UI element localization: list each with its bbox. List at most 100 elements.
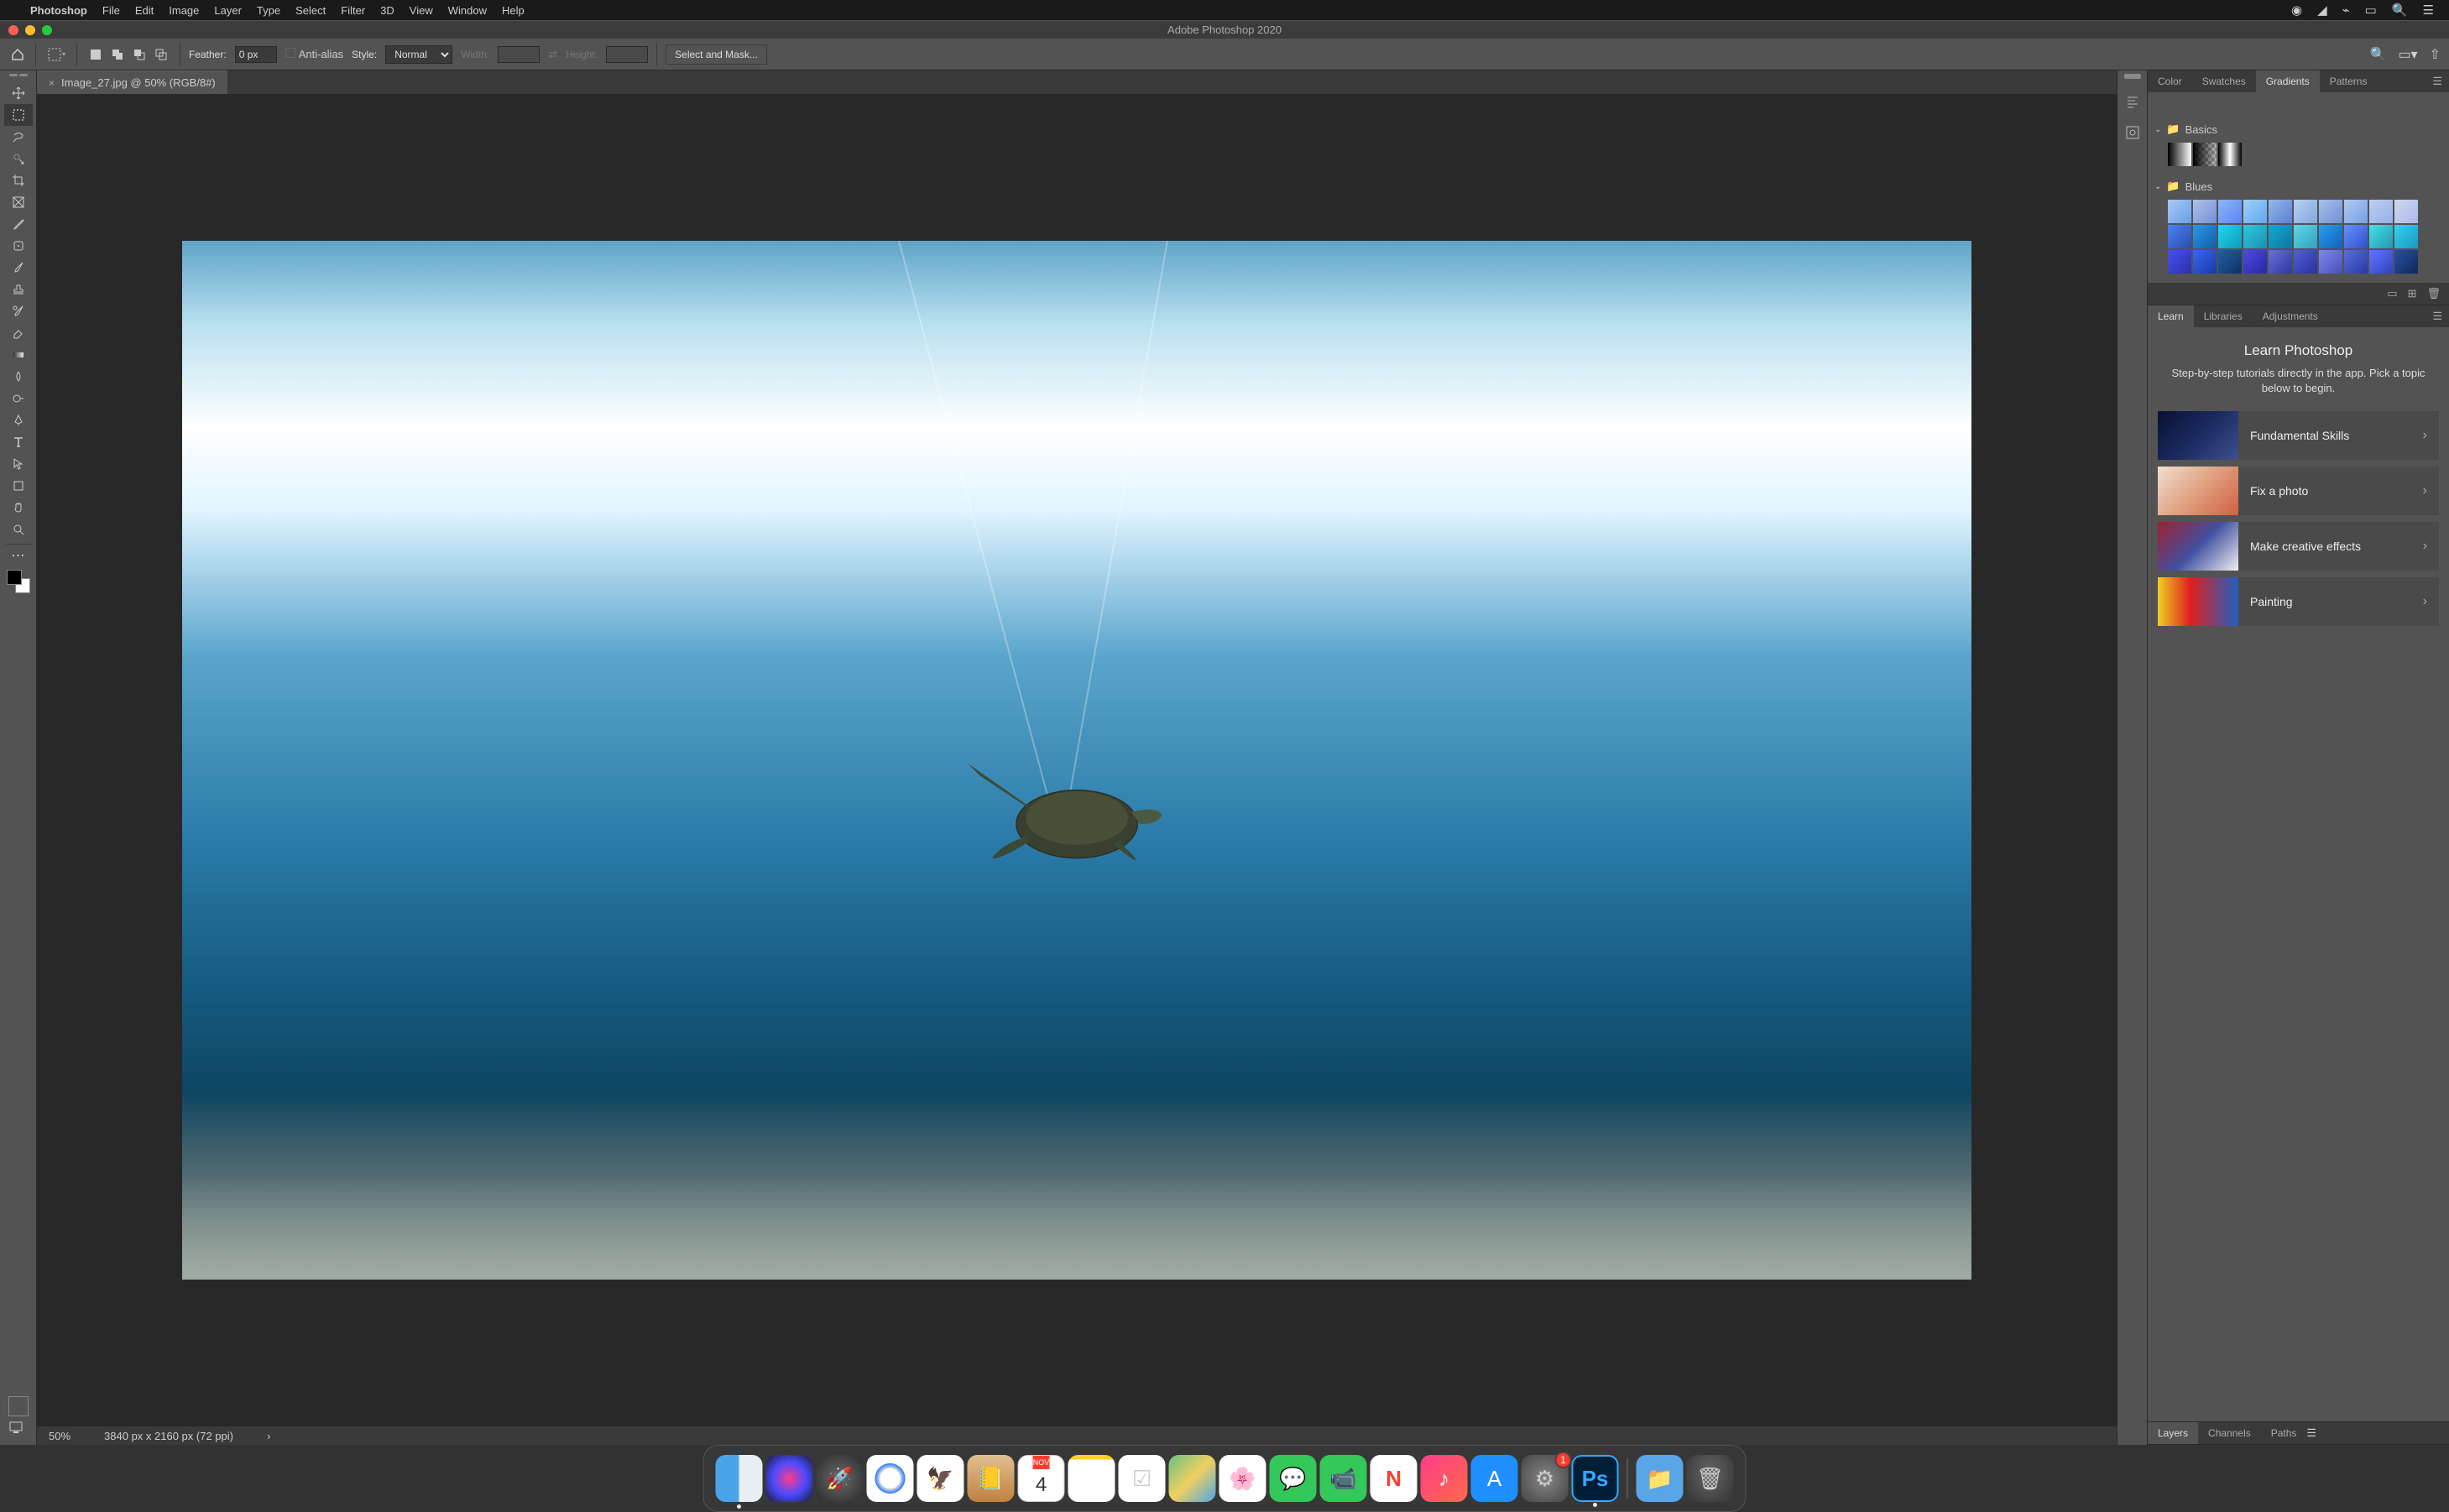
dock-facetime[interactable]: 📹	[1320, 1455, 1367, 1502]
gradient-swatch[interactable]	[2269, 200, 2292, 223]
gradient-swatch[interactable]	[2218, 250, 2242, 274]
cc-icon[interactable]: ◉	[2291, 3, 2302, 18]
pen-tool[interactable]	[4, 409, 33, 431]
dock-reminders[interactable]: ☑	[1119, 1455, 1166, 1502]
eyedropper-tool[interactable]	[4, 213, 33, 235]
blur-tool[interactable]	[4, 366, 33, 388]
folder-new-icon[interactable]: ▭	[2387, 287, 2397, 300]
gradient-swatch[interactable]	[2168, 200, 2191, 223]
tab-layers[interactable]: Layers	[2148, 1422, 2198, 1444]
gradient-swatch[interactable]	[2319, 200, 2342, 223]
select-and-mask-button[interactable]: Select and Mask...	[666, 44, 767, 65]
gradient-swatch[interactable]	[2193, 143, 2217, 166]
gradient-swatch[interactable]	[2243, 200, 2267, 223]
zoom-value[interactable]: 50%	[49, 1430, 70, 1442]
dock-photos[interactable]: 🌸	[1219, 1455, 1266, 1502]
learn-card-painting[interactable]: Painting›	[2158, 577, 2439, 626]
dock-downloads[interactable]: 📁	[1637, 1455, 1684, 1502]
status-chevron-icon[interactable]: ›	[267, 1430, 270, 1442]
menu-image[interactable]: Image	[169, 4, 199, 17]
patch-tool[interactable]	[4, 235, 33, 257]
dock-contacts[interactable]: 📒	[968, 1455, 1015, 1502]
gradient-swatch[interactable]	[2369, 250, 2393, 274]
dock-calendar[interactable]: NOV4	[1018, 1455, 1065, 1502]
learn-card-fix[interactable]: Fix a photo›	[2158, 467, 2439, 515]
gradient-swatch[interactable]	[2344, 200, 2368, 223]
move-tool[interactable]	[4, 82, 33, 104]
canvas[interactable]	[37, 94, 2117, 1426]
brush-tool[interactable]	[4, 257, 33, 279]
add-new-icon[interactable]: ⊞	[2408, 287, 2417, 300]
zoom-tool[interactable]	[4, 519, 33, 540]
menu-3d[interactable]: 3D	[380, 4, 394, 17]
dock-messages[interactable]: 💬	[1270, 1455, 1317, 1502]
gradient-swatch[interactable]	[2243, 225, 2267, 248]
search-icon[interactable]: 🔍	[2370, 46, 2387, 63]
menu-help[interactable]: Help	[502, 4, 525, 17]
gradient-swatch[interactable]	[2369, 225, 2393, 248]
dock-safari[interactable]	[867, 1455, 914, 1502]
gradient-swatch[interactable]	[2193, 250, 2217, 274]
menu-view[interactable]: View	[410, 4, 433, 17]
dock-appstore[interactable]: A	[1471, 1455, 1518, 1502]
document-dimensions[interactable]: 3840 px x 2160 px (72 ppi)	[104, 1430, 233, 1442]
tab-paths[interactable]: Paths	[2261, 1422, 2307, 1444]
window-close-button[interactable]	[8, 25, 18, 35]
hand-tool[interactable]	[4, 497, 33, 519]
glyphs-panel-icon[interactable]	[2121, 117, 2144, 148]
dock-maps[interactable]	[1169, 1455, 1216, 1502]
panel-strip-handle[interactable]	[2124, 74, 2141, 79]
gradient-swatch[interactable]	[2344, 225, 2368, 248]
gradient-swatch[interactable]	[2168, 143, 2191, 166]
gradient-swatch[interactable]	[2294, 200, 2317, 223]
panel-menu-icon[interactable]: ☰	[2426, 75, 2449, 88]
tab-color[interactable]: Color	[2148, 70, 2192, 92]
gradient-swatch[interactable]	[2319, 225, 2342, 248]
gradient-swatch[interactable]	[2193, 200, 2217, 223]
document-tab[interactable]: × Image_27.jpg @ 50% (RGB/8#)	[37, 70, 227, 94]
gradient-swatch[interactable]	[2269, 225, 2292, 248]
path-select-tool[interactable]	[4, 453, 33, 475]
tab-patterns[interactable]: Patterns	[2320, 70, 2378, 92]
trash-icon[interactable]: 🗑	[2426, 287, 2441, 300]
folder-header[interactable]: ⌄📁Blues	[2154, 176, 2442, 196]
dock-launchpad[interactable]: 🚀	[817, 1455, 864, 1502]
type-tool[interactable]	[4, 431, 33, 453]
edit-toolbar-button[interactable]: ⋯	[4, 545, 33, 566]
marquee-tool[interactable]	[4, 104, 33, 126]
dock-mail[interactable]: 🦅	[917, 1455, 964, 1502]
dodge-tool[interactable]	[4, 388, 33, 409]
dock-trash[interactable]: 🗑	[1687, 1455, 1734, 1502]
tab-adjustments[interactable]: Adjustments	[2253, 305, 2328, 327]
tab-close-icon[interactable]: ×	[49, 77, 55, 89]
gradient-swatch[interactable]	[2394, 225, 2418, 248]
tab-gradients[interactable]: Gradients	[2256, 70, 2320, 92]
display-icon[interactable]: ▭	[2365, 3, 2377, 18]
gradient-swatch[interactable]	[2394, 200, 2418, 223]
feather-input[interactable]	[235, 46, 277, 63]
dock-system-preferences[interactable]: ⚙1	[1522, 1455, 1569, 1502]
gradient-tool[interactable]	[4, 344, 33, 366]
dock-siri[interactable]	[766, 1455, 813, 1502]
menu-window[interactable]: Window	[448, 4, 487, 17]
gradients-search[interactable]	[2148, 92, 2449, 116]
stamp-tool[interactable]	[4, 279, 33, 300]
gradient-swatch[interactable]	[2218, 200, 2242, 223]
dock-news[interactable]: N	[1371, 1455, 1418, 1502]
dock-finder[interactable]	[716, 1455, 763, 1502]
add-selection-button[interactable]	[107, 45, 128, 64]
eraser-tool[interactable]	[4, 322, 33, 344]
subtract-selection-button[interactable]	[129, 45, 149, 64]
window-maximize-button[interactable]	[42, 25, 52, 35]
gradient-swatch[interactable]	[2344, 250, 2368, 274]
app-name[interactable]: Photoshop	[30, 4, 87, 17]
gradient-swatch[interactable]	[2369, 200, 2393, 223]
dock-music[interactable]: ♪	[1421, 1455, 1468, 1502]
gradient-swatch[interactable]	[2319, 250, 2342, 274]
menu-file[interactable]: File	[102, 4, 120, 17]
spotlight-icon[interactable]: 🔍	[2392, 3, 2408, 18]
gradient-swatch[interactable]	[2294, 250, 2317, 274]
gradient-swatch[interactable]	[2168, 250, 2191, 274]
window-minimize-button[interactable]	[25, 25, 35, 35]
menu-filter[interactable]: Filter	[341, 4, 365, 17]
